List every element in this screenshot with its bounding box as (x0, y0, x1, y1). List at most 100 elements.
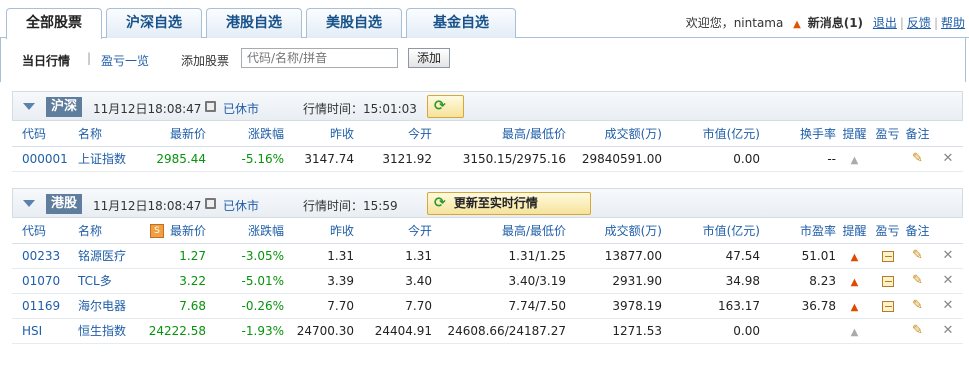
col-volume[interactable]: 成交额(万) (566, 121, 662, 147)
alert-bell-icon[interactable]: ▲ (836, 318, 873, 344)
refresh-icon: ⟳ (434, 98, 446, 114)
edit-note-icon[interactable]: ✎ (902, 268, 933, 294)
refresh-button[interactable]: ⟳ (427, 95, 464, 118)
col-code[interactable]: 代码 (12, 218, 68, 244)
change-cell: -5.01% (206, 268, 284, 294)
market-cap-cell: 34.98 (662, 268, 760, 294)
stock-name-link[interactable]: 海尔电器 (68, 293, 138, 319)
market-status: 已休市 (223, 199, 260, 213)
col-high-low[interactable]: 最高/最低价 (432, 121, 566, 147)
user-toolbar: 欢迎您，nintama ▲ 新消息(1) 退出 | 反馈 | 帮助 (686, 14, 965, 31)
profit-note-icon[interactable] (873, 293, 902, 319)
col-name[interactable]: 名称 (68, 121, 138, 147)
tab-us-watchlist[interactable]: 美股自选 (306, 8, 402, 38)
stock-name-link[interactable]: TCL多 (68, 268, 138, 294)
stock-code-link[interactable]: 00233 (12, 243, 68, 269)
col-price[interactable]: 最新价 (138, 121, 206, 147)
col-change[interactable]: 涨跌幅 (206, 218, 284, 244)
col-profit: 盈亏 (873, 218, 902, 244)
top-tab-bar: 全部股票 沪深自选 港股自选 美股自选 基金自选 欢迎您，nintama ▲ 新… (0, 0, 969, 39)
stock-name-link[interactable]: 恒生指数 (68, 318, 138, 344)
table-row: HSI 恒生指数 24222.58 -1.93% 24700.30 24404.… (12, 318, 963, 344)
delete-icon[interactable]: ✕ (933, 243, 963, 269)
prev-close-cell: 7.70 (284, 293, 354, 319)
profit-note-icon[interactable] (873, 268, 902, 294)
tab-hk-watchlist[interactable]: 港股自选 (206, 8, 302, 38)
table-header-row: 代码 名称 S 最新价 涨跌幅 昨收 今开 最高/最低价 成交额(万) 市值(亿元… (12, 218, 963, 244)
collapse-caret-icon[interactable] (23, 103, 35, 110)
alert-bell-icon[interactable]: ▲ (836, 293, 873, 319)
today-quotes-tab[interactable]: 当日行情 (22, 52, 70, 69)
col-turnover[interactable]: 换手率 (760, 121, 836, 147)
col-price-label: 最新价 (169, 223, 206, 238)
clock-icon (205, 101, 216, 112)
refresh-label: 更新至实时行情 (453, 196, 538, 210)
col-pe-ratio[interactable]: 市盈率 (760, 218, 836, 244)
col-delete (933, 218, 963, 244)
profit-cell (873, 146, 902, 172)
stock-code-link[interactable]: 000001 (12, 146, 68, 172)
change-cell: -5.16% (206, 146, 284, 172)
profit-note-icon[interactable] (873, 243, 902, 269)
col-volume[interactable]: 成交额(万) (566, 218, 662, 244)
high-low-cell: 7.74/7.50 (432, 293, 566, 319)
delete-icon[interactable]: ✕ (933, 318, 963, 344)
change-cell: -0.26% (206, 293, 284, 319)
edit-note-icon[interactable]: ✎ (902, 318, 933, 344)
stock-search-input[interactable] (241, 48, 398, 68)
stock-code-link[interactable]: 01070 (12, 268, 68, 294)
quote-time: 行情时间：15:01:03 (303, 102, 417, 116)
stock-name-link[interactable]: 铭源医疗 (68, 243, 138, 269)
news-link[interactable]: 新消息(1) (808, 16, 863, 30)
tab-fund-watchlist[interactable]: 基金自选 (406, 8, 516, 38)
add-stock-button[interactable]: 添加 (408, 48, 450, 68)
col-change[interactable]: 涨跌幅 (206, 121, 284, 147)
col-price[interactable]: S 最新价 (138, 218, 206, 244)
delete-icon[interactable]: ✕ (933, 293, 963, 319)
profit-overview-link[interactable]: 盈亏一览 (101, 52, 149, 69)
alert-bell-icon[interactable]: ▲ (836, 268, 873, 294)
alert-bell-icon[interactable]: ▲ (836, 243, 873, 269)
table-row: 000001 上证指数 2985.44 -5.16% 3147.74 3121.… (12, 146, 963, 172)
col-open[interactable]: 今开 (354, 121, 432, 147)
tab-all-stocks[interactable]: 全部股票 (6, 8, 102, 39)
welcome-text: 欢迎您，nintama (685, 16, 784, 30)
divider: | (933, 16, 938, 30)
collapse-caret-icon[interactable] (23, 200, 35, 207)
delete-icon[interactable]: ✕ (933, 268, 963, 294)
table-row: 01070 TCL多 3.22 -5.01% 3.39 3.40 3.40/3.… (12, 268, 963, 294)
high-low-cell: 24608.66/24187.27 (432, 318, 566, 344)
col-code[interactable]: 代码 (12, 121, 68, 147)
stock-name-link[interactable]: 上证指数 (68, 146, 138, 172)
delete-icon[interactable]: ✕ (933, 146, 963, 172)
sort-icon[interactable]: S (149, 224, 164, 239)
col-open[interactable]: 今开 (354, 218, 432, 244)
stock-code-link[interactable]: 01169 (12, 293, 68, 319)
edit-note-icon[interactable]: ✎ (902, 293, 933, 319)
col-prev-close[interactable]: 昨收 (284, 218, 354, 244)
hs-quote-table: 代码 名称 最新价 涨跌幅 昨收 今开 最高/最低价 成交额(万) 市值(亿元)… (12, 121, 963, 172)
market-cap-cell: 0.00 (662, 318, 760, 344)
col-name[interactable]: 名称 (68, 218, 138, 244)
feedback-link[interactable]: 反馈 (907, 16, 931, 30)
edit-note-icon[interactable]: ✎ (902, 146, 933, 172)
help-link[interactable]: 帮助 (941, 16, 965, 30)
col-high-low[interactable]: 最高/最低价 (432, 218, 566, 244)
stock-code-link[interactable]: HSI (12, 318, 68, 344)
col-market-cap[interactable]: 市值(亿元) (662, 218, 760, 244)
col-prev-close[interactable]: 昨收 (284, 121, 354, 147)
divider: | (899, 16, 904, 30)
alert-bell-icon[interactable]: ▲ (836, 146, 873, 172)
col-market-cap[interactable]: 市值(亿元) (662, 121, 760, 147)
add-stock-label: 添加股票 (181, 54, 230, 68)
edit-note-icon[interactable]: ✎ (902, 243, 933, 269)
open-cell: 3.40 (354, 268, 432, 294)
update-time: 11月12日18:08:47 (93, 102, 202, 116)
price-cell: 7.68 (138, 293, 206, 319)
market-tag: 沪深 (46, 97, 83, 117)
pe-cell: 8.23 (760, 268, 836, 294)
logout-link[interactable]: 退出 (873, 16, 897, 30)
realtime-refresh-button[interactable]: ⟳ 更新至实时行情 (427, 192, 591, 215)
tab-hs-watchlist[interactable]: 沪深自选 (106, 8, 202, 38)
market-cap-cell: 0.00 (662, 146, 760, 172)
